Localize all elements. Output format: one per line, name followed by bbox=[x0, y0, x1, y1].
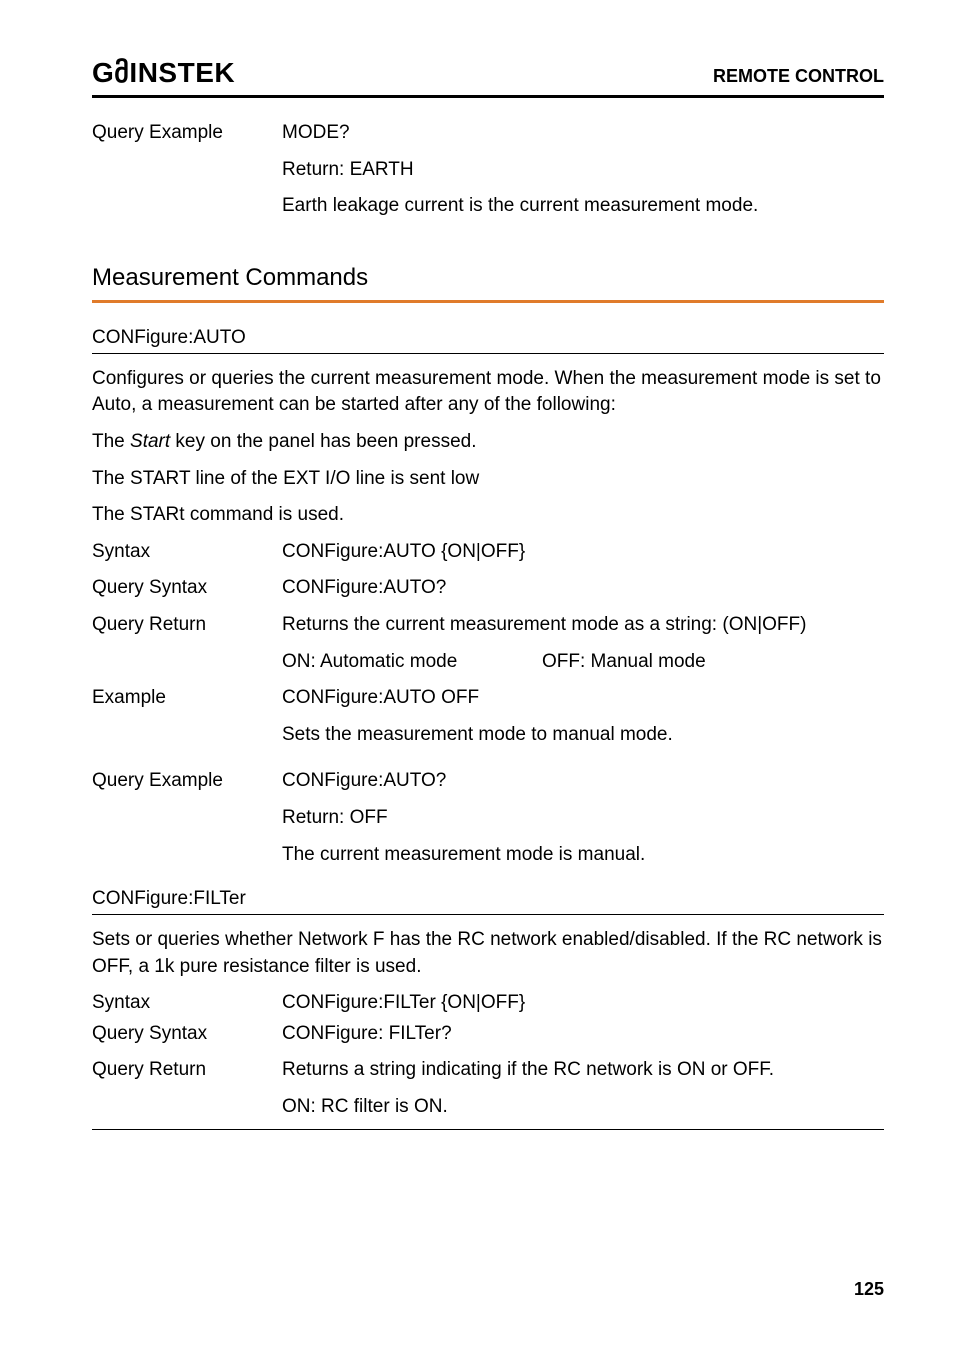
label: Syntax bbox=[92, 539, 282, 566]
text: The current measurement mode is manual. bbox=[282, 842, 884, 869]
section-rule bbox=[92, 300, 884, 303]
description-line: The Start key on the panel has been pres… bbox=[92, 429, 884, 456]
description-line: The STARt command is used. bbox=[92, 502, 884, 529]
label: Query Return bbox=[92, 1057, 282, 1120]
value: CONFigure:AUTO? bbox=[282, 575, 884, 602]
text: Earth leakage current is the current mea… bbox=[282, 193, 884, 220]
syntax-row: Syntax CONFigure:AUTO {ON|OFF} bbox=[92, 539, 884, 566]
label: Query Example bbox=[92, 768, 282, 878]
text-italic: Start bbox=[130, 431, 170, 452]
text: ON: RC filter is ON. bbox=[282, 1094, 884, 1121]
syntax-row: Syntax CONFigure:FILTer {ON|OFF} bbox=[92, 990, 884, 1017]
text: The bbox=[92, 431, 130, 452]
command-heading: CONFigure:AUTO bbox=[92, 327, 884, 354]
label: Query Return bbox=[92, 612, 282, 675]
text: Return: EARTH bbox=[282, 157, 884, 184]
text: Sets the measurement mode to manual mode… bbox=[282, 722, 884, 749]
header-title: REMOTE CONTROL bbox=[713, 66, 884, 87]
command-heading: CONFigure:FILTer bbox=[92, 888, 884, 915]
off-value: OFF: Manual mode bbox=[542, 649, 706, 676]
value: Returns a string indicating if the RC ne… bbox=[282, 1057, 884, 1120]
value: CONFigure: FILTer? bbox=[282, 1021, 884, 1048]
section-heading: Measurement Commands bbox=[92, 264, 884, 292]
query-example-top: Query Example MODE? Return: EARTH Earth … bbox=[92, 120, 884, 230]
value: CONFigure:AUTO? Return: OFF The current … bbox=[282, 768, 884, 878]
label: Query Example bbox=[92, 120, 282, 230]
value: CONFigure:FILTer {ON|OFF} bbox=[282, 990, 884, 1017]
text: CONFigure:AUTO? bbox=[282, 768, 884, 795]
value: Returns the current measurement mode as … bbox=[282, 612, 884, 675]
text: Returns a string indicating if the RC ne… bbox=[282, 1057, 884, 1084]
label: Example bbox=[92, 685, 282, 758]
text: Returns the current measurement mode as … bbox=[282, 612, 884, 639]
text: Return: OFF bbox=[282, 805, 884, 832]
label: Query Syntax bbox=[92, 1021, 282, 1048]
text: key on the panel has been pressed. bbox=[170, 431, 476, 452]
page-header: GმINSTEK REMOTE CONTROL bbox=[92, 56, 884, 98]
text: CONFigure:AUTO OFF bbox=[282, 685, 884, 712]
text: MODE? bbox=[282, 120, 884, 147]
value: CONFigure:AUTO OFF Sets the measurement … bbox=[282, 685, 884, 758]
on-off-row: ON: Automatic mode OFF: Manual mode bbox=[282, 649, 884, 676]
description-line: The START line of the EXT I/O line is se… bbox=[92, 466, 884, 493]
query-return-row: Query Return Returns a string indicating… bbox=[92, 1057, 884, 1129]
query-return-row: Query Return Returns the current measure… bbox=[92, 612, 884, 675]
on-value: ON: Automatic mode bbox=[282, 649, 542, 676]
value: MODE? Return: EARTH Earth leakage curren… bbox=[282, 120, 884, 230]
brand-logo: GმINSTEK bbox=[92, 56, 235, 89]
query-syntax-row: Query Syntax CONFigure: FILTer? bbox=[92, 1021, 884, 1048]
description: Sets or queries whether Network F has th… bbox=[92, 927, 884, 980]
query-example-row: Query Example CONFigure:AUTO? Return: OF… bbox=[92, 768, 884, 878]
label: Query Syntax bbox=[92, 575, 282, 602]
example-row: Example CONFigure:AUTO OFF Sets the meas… bbox=[92, 685, 884, 758]
page-number: 125 bbox=[854, 1279, 884, 1300]
query-syntax-row: Query Syntax CONFigure:AUTO? bbox=[92, 575, 884, 602]
value: CONFigure:AUTO {ON|OFF} bbox=[282, 539, 884, 566]
description: Configures or queries the current measur… bbox=[92, 366, 884, 419]
label: Syntax bbox=[92, 990, 282, 1017]
